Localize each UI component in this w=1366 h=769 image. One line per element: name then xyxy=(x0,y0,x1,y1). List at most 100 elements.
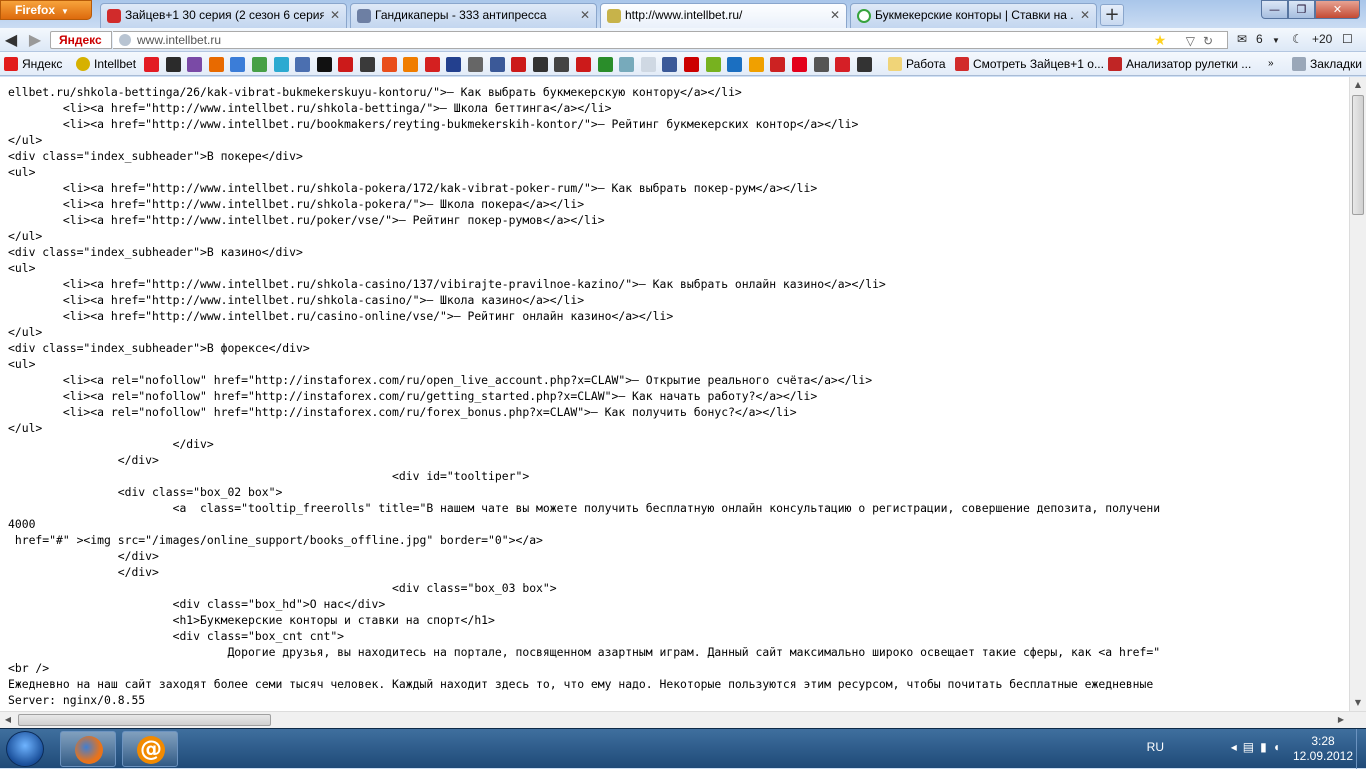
loading-spinner-icon xyxy=(857,9,871,23)
bookmark-site-icon[interactable] xyxy=(424,57,440,72)
bookmark-site-icon[interactable] xyxy=(273,57,289,72)
bookmark-site-icon[interactable] xyxy=(187,57,203,72)
tab-zaitsev[interactable]: Зайцев+1 30 серия (2 сезон 6 серия)... ✕ xyxy=(100,3,347,28)
bookmarks-overflow-icon[interactable]: » xyxy=(1268,56,1274,72)
new-tab-button[interactable]: + xyxy=(1100,4,1124,26)
bookmark-site-icon[interactable] xyxy=(165,57,181,72)
bookmark-site-icon[interactable] xyxy=(748,57,764,72)
clock[interactable]: 3:28 12.09.2012 xyxy=(1292,734,1354,764)
source-line: <li><a href="http://www.intellbet.ru/shk… xyxy=(8,293,585,307)
bookmark-site-icon[interactable] xyxy=(684,57,699,72)
mail-count[interactable]: 6 xyxy=(1256,32,1263,46)
source-line: ellbet.ru/shkola-bettinga/26/kak-vibrat-… xyxy=(8,85,742,99)
bookmark-site-icon[interactable] xyxy=(619,57,635,72)
firefox-icon xyxy=(75,736,103,764)
mail-dropdown-icon[interactable]: ▼ xyxy=(1272,36,1280,45)
scroll-up-icon[interactable]: ▲ xyxy=(1350,77,1366,93)
firefox-menu-button[interactable]: Firefox ▼ xyxy=(0,0,92,20)
bookmark-site-icon[interactable] xyxy=(230,57,246,72)
bookmark-site-icon[interactable] xyxy=(727,57,743,72)
address-bar[interactable]: www.intellbet.ru ★ ▽↻ xyxy=(113,31,1228,49)
source-line: <li><a href="http://www.intellbet.ru/boo… xyxy=(8,117,859,131)
bookmark-site-icon[interactable] xyxy=(705,57,721,72)
tray-app-icon[interactable]: ▤ xyxy=(1243,740,1260,754)
tab-close-icon[interactable]: ✕ xyxy=(580,4,590,27)
bookmark-site-icon[interactable] xyxy=(597,57,613,72)
tab-strip: Firefox ▼ Зайцев+1 30 серия (2 сезон 6 се… xyxy=(0,0,1366,29)
back-icon[interactable]: ◀ xyxy=(2,30,20,50)
volume-icon[interactable]: ◖ xyxy=(1273,740,1286,754)
source-line: <li><a rel="nofollow" href="http://insta… xyxy=(8,373,873,387)
bookmark-site-icon[interactable] xyxy=(360,57,375,72)
bookmark-rabota[interactable]: Работа xyxy=(888,56,946,72)
bookmark-label: Работа xyxy=(906,57,946,71)
reload-icon[interactable]: ↻ xyxy=(1203,34,1221,48)
window-controls: — ❐ ✕ xyxy=(1261,0,1360,20)
bookmark-yandex[interactable]: Яндекс xyxy=(4,56,62,72)
bookmark-site-icon[interactable] xyxy=(792,57,807,72)
bookmark-site-icon[interactable] xyxy=(446,57,462,72)
bookmark-site-icon[interactable] xyxy=(208,57,224,72)
start-button[interactable] xyxy=(6,731,44,767)
bookmark-site-icon[interactable] xyxy=(252,57,267,72)
bookmark-star-icon[interactable]: ★ xyxy=(1154,32,1175,48)
at-sign-icon: @ xyxy=(137,736,165,764)
taskbar-mail-agent[interactable]: @ xyxy=(122,731,178,767)
bookmark-site-icon[interactable] xyxy=(144,57,159,72)
tab-close-icon[interactable]: ✕ xyxy=(330,4,340,27)
globe-icon xyxy=(119,34,131,46)
minimize-button[interactable]: — xyxy=(1261,0,1288,19)
bookmark-zaitsev[interactable]: Смотреть Зайцев+1 о... xyxy=(955,56,1104,72)
network-icon[interactable]: ▮ xyxy=(1260,740,1273,754)
tab-gandikapery[interactable]: Гандикаперы - 333 антипресса ✕ xyxy=(350,3,597,28)
vertical-scrollbar[interactable]: ▲ ▼ xyxy=(1349,77,1366,711)
bookmark-site-icon[interactable] xyxy=(856,57,872,72)
video-icon xyxy=(955,57,969,71)
bookmark-intellbet[interactable]: Intellbet xyxy=(76,56,136,72)
source-line: </div> xyxy=(8,565,159,579)
extension-icon[interactable]: ☐ xyxy=(1342,32,1353,46)
tray-expand-icon[interactable]: ◂ xyxy=(1231,740,1243,754)
mail-icon[interactable]: ✉ xyxy=(1237,32,1247,46)
source-line: Ежедневно на наш сайт заходят более семи… xyxy=(8,677,1154,691)
scroll-down-icon[interactable]: ▼ xyxy=(1350,695,1366,711)
bookmark-site-icon[interactable] xyxy=(403,57,419,72)
show-desktop-button[interactable] xyxy=(1356,729,1366,769)
bookmark-site-icon[interactable] xyxy=(554,57,570,72)
bookmark-site-icon[interactable] xyxy=(381,57,397,72)
bookmark-site-icon[interactable] xyxy=(489,57,505,72)
bookmark-site-icon[interactable] xyxy=(813,57,829,72)
bookmark-site-icon[interactable] xyxy=(316,57,332,72)
tab-close-icon[interactable]: ✕ xyxy=(830,4,840,27)
bookmarks-menu[interactable]: Закладки xyxy=(1292,56,1362,72)
bookmark-site-icon[interactable] xyxy=(338,57,354,72)
tab-intellbet[interactable]: http://www.intellbet.ru/ ✕ xyxy=(600,3,847,29)
scroll-left-icon[interactable]: ◀ xyxy=(0,712,16,728)
language-indicator[interactable]: RU xyxy=(1147,740,1164,754)
tab-close-icon[interactable]: ✕ xyxy=(1080,4,1090,27)
tab-bookmakers[interactable]: Букмекерские конторы | Ставки на ... ✕ xyxy=(850,3,1097,28)
bookmark-site-icon[interactable] xyxy=(640,57,656,72)
close-window-button[interactable]: ✕ xyxy=(1315,0,1360,19)
bookmark-roulette[interactable]: Анализатор рулетки ... xyxy=(1108,56,1251,72)
bookmark-site-icon[interactable] xyxy=(662,57,678,72)
maximize-button[interactable]: ❐ xyxy=(1288,0,1315,19)
source-line: <div class="box_hd">О нас</div> xyxy=(8,597,386,611)
dropdown-icon[interactable]: ▽ xyxy=(1186,34,1203,48)
bookmark-site-icon[interactable] xyxy=(295,57,311,72)
taskbar-firefox[interactable] xyxy=(60,731,116,767)
forward-icon[interactable]: ▶ xyxy=(26,30,44,50)
vertical-scroll-thumb[interactable] xyxy=(1352,95,1364,215)
bookmark-site-icon[interactable] xyxy=(770,57,786,72)
bookmark-site-icon[interactable] xyxy=(532,57,548,72)
horizontal-scroll-thumb[interactable] xyxy=(18,714,271,726)
bookmark-site-icon[interactable] xyxy=(576,57,591,72)
bookmark-site-icon[interactable] xyxy=(511,57,527,72)
weather-temperature[interactable]: +20 xyxy=(1312,32,1332,46)
scroll-right-icon[interactable]: ▶ xyxy=(1333,712,1349,728)
bookmark-site-icon[interactable] xyxy=(835,57,851,72)
search-engine-badge[interactable]: Яндекс xyxy=(50,31,112,49)
source-line: <div id="tooltiper"> xyxy=(8,469,530,483)
bookmark-site-icon[interactable] xyxy=(468,57,483,72)
horizontal-scrollbar[interactable]: ◀ ▶ xyxy=(0,711,1366,728)
